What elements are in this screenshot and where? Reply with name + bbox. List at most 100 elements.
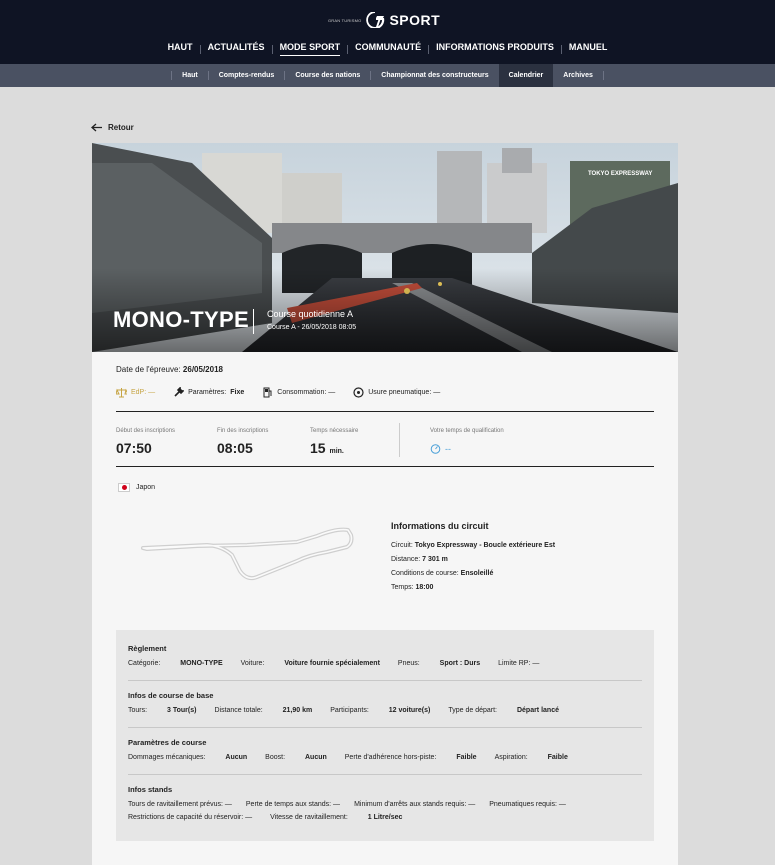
race-params-title: Paramètres de course <box>128 738 207 747</box>
reg-start-value: 07:50 <box>116 440 152 456</box>
track-map <box>141 527 354 581</box>
reg-start-block: Début des inscriptions 07:50 <box>116 428 217 456</box>
nav-manuel[interactable]: MANUEL <box>562 42 615 56</box>
start-type-item: Type de départ: Départ lancé <box>448 707 559 714</box>
main-nav: HAUT ACTUALITÉS MODE SPORT COMMUNAUTÉ IN… <box>0 42 775 56</box>
edp-item: EdP: — <box>116 387 155 398</box>
subnav-course-des-nations[interactable]: Course des nations <box>285 64 370 87</box>
race-rules-panel: Règlement Catégorie: MONO-TYPE Voiture: … <box>116 630 654 841</box>
gt-logo-icon <box>366 12 385 28</box>
reglement-row: Catégorie: MONO-TYPE Voiture: Voiture fo… <box>128 660 642 667</box>
qualifying-time-value: -- <box>445 443 451 454</box>
category-item: Catégorie: MONO-TYPE <box>128 660 223 667</box>
nav-mode-sport[interactable]: MODE SPORT <box>273 42 348 56</box>
grip-loss-item: Perte d'adhérence hors-piste: Faible <box>345 754 477 761</box>
tyres-label: Pneus: <box>397 660 420 667</box>
pits-title: Infos stands <box>128 785 173 794</box>
tyre-icon <box>353 387 364 398</box>
total-distance-value: 21,90 km <box>282 707 313 714</box>
tyres-item: Pneus: Sport : Durs <box>398 660 480 667</box>
stopwatch-icon <box>430 444 441 454</box>
vertical-divider <box>399 423 400 457</box>
boost-value: Aucun <box>304 754 327 761</box>
edp-label: EdP: — <box>131 389 156 396</box>
subnav-comptes-rendus[interactable]: Comptes-rendus <box>209 64 285 87</box>
event-options-row: EdP: — Paramètres: Fixe Consommation: — U… <box>116 387 458 398</box>
logo-sport-text: SPORT <box>389 12 441 28</box>
event-subtitle: Course quotidienne A <box>267 309 354 319</box>
tank-restrictions: Restrictions de capacité du réservoir: — <box>128 814 253 821</box>
race-time-row: Temps: 18:00 <box>391 584 555 591</box>
balance-scale-icon <box>116 388 127 398</box>
tyre-wear-label: Usure pneumatique: — <box>368 389 441 396</box>
laps-item: Tours: 3 Tour(s) <box>128 707 196 714</box>
car-label: Voiture: <box>240 660 265 667</box>
nav-informations-produits[interactable]: INFORMATIONS PRODUITS <box>429 42 561 56</box>
circuit-name-row: Circuit: Tokyo Expressway - Boucle extér… <box>391 542 555 549</box>
subnav-archives[interactable]: Archives <box>553 64 603 87</box>
section-divider <box>128 727 642 728</box>
event-title: MONO-TYPE <box>113 307 249 332</box>
refuel-speed-item: Vitesse de ravitaillement: 1 Litre/sec <box>270 814 402 821</box>
top-header: GRAN TURISMO SPORT HAUT ACTUALITÉS MODE … <box>0 0 775 64</box>
required-time-unit: min. <box>329 448 344 455</box>
base-info-row: Tours: 3 Tour(s) Distance totale: 21,90 … <box>128 707 642 714</box>
damage-label: Dommages mécaniques: <box>128 754 206 761</box>
required-time-label: Temps nécessaire <box>310 428 359 434</box>
laps-value: 3 Tour(s) <box>167 707 197 714</box>
race-params-row: Dommages mécaniques: Aucun Boost: Aucun … <box>128 754 642 761</box>
arrow-left-icon <box>91 123 102 132</box>
grip-loss-label: Perte d'adhérence hors-piste: <box>344 754 437 761</box>
boost-label: Boost: <box>265 754 286 761</box>
damage-value: Aucun <box>225 754 248 761</box>
reglement-title: Règlement <box>128 644 167 653</box>
rp-limit: Limite RP: — <box>498 660 540 667</box>
total-distance-label: Distance totale: <box>214 707 263 714</box>
circuit-distance-value: 7 301 m <box>422 556 448 563</box>
refuel-speed-value: 1 Litre/sec <box>367 814 403 821</box>
consumption-label: Consommation: — <box>277 389 336 396</box>
nav-haut[interactable]: HAUT <box>161 42 200 56</box>
pits-row-1: Tours de ravitaillement prévus: — Perte … <box>128 801 642 808</box>
wrench-icon <box>174 387 185 397</box>
back-label: Retour <box>108 123 134 132</box>
start-type-label: Type de départ: <box>448 707 498 714</box>
logo-brand-small: GRAN TURISMO <box>328 17 362 23</box>
qualifying-time-value-row: -- <box>430 443 504 454</box>
tokyo-expressway-sign: TOKYO EXPRESSWAY <box>588 171 653 177</box>
race-conditions-row: Conditions de course: Ensoleillé <box>391 570 555 577</box>
qualifying-time-block: Votre temps de qualification -- <box>430 428 504 454</box>
nav-actualites[interactable]: ACTUALITÉS <box>201 42 272 56</box>
event-race-info: Course A - 26/05/2018 08:05 <box>267 324 357 331</box>
boost-item: Boost: Aucun <box>265 754 327 761</box>
fuel-pump-icon <box>263 387 272 398</box>
min-pit-stops: Minimum d'arrêts aux stands requis: — <box>354 801 476 808</box>
event-date-label: Date de l'épreuve: <box>116 365 181 374</box>
circuit-distance-label: Distance: <box>391 556 421 563</box>
subnav-haut[interactable]: Haut <box>172 64 208 87</box>
params-item: Paramètres: Fixe <box>173 387 244 398</box>
circuit-info-title: Informations du circuit <box>391 521 489 531</box>
participants-item: Participants: 12 voiture(s) <box>330 707 430 714</box>
pits-section: Infos stands Tours de ravitaillement pré… <box>128 785 642 821</box>
base-info-title: Infos de course de base <box>128 691 214 700</box>
nav-communaute[interactable]: COMMUNAUTÉ <box>348 42 428 56</box>
category-value: MONO-TYPE <box>180 660 223 667</box>
subnav-championnat-constructeurs[interactable]: Championnat des constructeurs <box>371 64 498 87</box>
participants-value: 12 voiture(s) <box>388 707 431 714</box>
refuel-laps: Tours de ravitaillement prévus: — <box>128 801 232 808</box>
slipstream-value: Faible <box>547 754 568 761</box>
reg-end-block: Fin des inscriptions 08:05 <box>217 428 310 456</box>
back-link[interactable]: Retour <box>91 123 134 132</box>
race-time-label: Temps: <box>391 584 414 591</box>
slipstream-item: Aspiration: Faible <box>495 754 568 761</box>
laps-label: Tours: <box>128 707 148 714</box>
subnav-calendrier[interactable]: Calendrier <box>498 64 554 87</box>
required-time-value: 15 min. <box>310 440 400 456</box>
country-row: Japon <box>118 483 155 492</box>
required-time-number: 15 <box>310 440 326 456</box>
params-value: Fixe <box>230 389 245 396</box>
refuel-speed-label: Vitesse de ravitaillement: <box>270 814 348 821</box>
race-time-value: 18:00 <box>415 584 434 591</box>
gt-sport-logo[interactable]: GRAN TURISMO SPORT <box>328 12 440 28</box>
